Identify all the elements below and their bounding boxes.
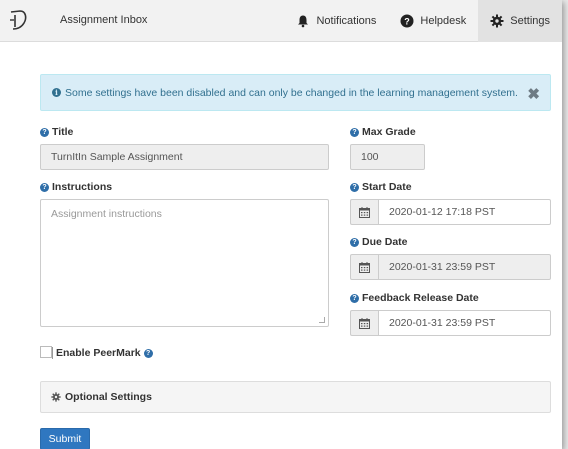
bell-icon (298, 15, 309, 28)
submit-button[interactable]: Submit (40, 428, 90, 449)
nav-settings[interactable]: Settings (478, 0, 562, 42)
calendar-button[interactable] (350, 254, 378, 280)
peermark-label-text: Enable PeerMark (56, 347, 141, 359)
max-grade-label-text: Max Grade (362, 126, 416, 138)
help-icon[interactable]: ? (350, 127, 359, 137)
start-date-group: 2020-01-12 17:18 PST (350, 199, 551, 225)
info-icon: i (52, 88, 61, 97)
nav-notifications-label: Notifications (316, 15, 377, 27)
calendar-icon (359, 261, 370, 273)
alert-message: Some settings have been disabled and can… (65, 86, 518, 99)
svg-text:?: ? (405, 17, 411, 27)
due-date-group: 2020-01-31 23:59 PST (350, 254, 551, 280)
start-date-input[interactable]: 2020-01-12 17:18 PST (378, 199, 551, 225)
nav-helpdesk[interactable]: ? Helpdesk (388, 0, 478, 42)
peermark-label: Enable PeerMark ? (52, 347, 153, 359)
help-icon[interactable]: ? (40, 127, 49, 137)
due-date-input[interactable]: 2020-01-31 23:59 PST (378, 254, 551, 280)
nav-settings-label: Settings (510, 15, 550, 27)
feedback-release-date-value: 2020-01-31 23:59 PST (389, 317, 496, 329)
nav-menu: Notifications ? Helpdesk Settings (284, 0, 562, 42)
title-value: TurnItIn Sample Assignment (51, 151, 183, 163)
title-label-text: Title (52, 126, 74, 138)
optional-settings-panel[interactable]: Optional Settings (40, 381, 551, 413)
title-label: ? Title (40, 126, 73, 138)
nav-helpdesk-label: Helpdesk (420, 15, 467, 27)
instructions-label: ? Instructions (40, 181, 112, 193)
optional-settings-label: Optional Settings (65, 391, 152, 403)
top-navbar: Assignment Inbox Notifications ? Helpdes… (0, 0, 562, 42)
start-date-value: 2020-01-12 17:18 PST (389, 206, 496, 218)
feedback-release-date-input[interactable]: 2020-01-31 23:59 PST (378, 310, 551, 336)
close-icon[interactable]: ✖ (527, 85, 540, 103)
start-date-label: ? Start Date (350, 181, 412, 193)
help-icon[interactable]: ? (143, 348, 153, 358)
calendar-icon (359, 317, 370, 329)
gear-icon (51, 392, 61, 402)
app-window: Assignment Inbox Notifications ? Helpdes… (0, 0, 562, 449)
peermark-checkbox[interactable] (40, 346, 52, 358)
help-icon[interactable]: ? (350, 237, 359, 247)
due-date-value: 2020-01-31 23:59 PST (389, 261, 496, 273)
help-icon[interactable]: ? (40, 182, 49, 192)
nav-notifications[interactable]: Notifications (284, 0, 388, 42)
start-date-label-text: Start Date (362, 181, 412, 193)
help-icon[interactable]: ? (350, 293, 359, 303)
due-date-label-text: Due Date (362, 236, 408, 248)
max-grade-input[interactable]: 100 (350, 144, 425, 170)
instructions-label-text: Instructions (52, 181, 113, 193)
feedback-release-date-group: 2020-01-31 23:59 PST (350, 310, 551, 336)
turnitin-logo-icon[interactable] (6, 8, 30, 32)
question-circle-icon: ? (400, 14, 414, 28)
title-input[interactable]: TurnItIn Sample Assignment (40, 144, 329, 170)
calendar-button[interactable] (350, 310, 378, 336)
instructions-textarea[interactable]: Assignment instructions (40, 199, 329, 327)
max-grade-label: ? Max Grade (350, 126, 416, 138)
app-title: Assignment Inbox (60, 14, 148, 26)
due-date-label: ? Due Date (350, 236, 408, 248)
gear-icon (490, 14, 504, 28)
feedback-release-date-label: ? Feedback Release Date (350, 292, 479, 304)
resize-handle[interactable] (319, 317, 325, 323)
max-grade-value: 100 (361, 151, 379, 163)
calendar-icon (359, 206, 370, 218)
feedback-release-date-label-text: Feedback Release Date (362, 292, 479, 304)
info-alert: i Some settings have been disabled and c… (40, 74, 551, 111)
instructions-placeholder: Assignment instructions (51, 208, 162, 220)
calendar-button[interactable] (350, 199, 378, 225)
help-icon[interactable]: ? (350, 182, 359, 192)
